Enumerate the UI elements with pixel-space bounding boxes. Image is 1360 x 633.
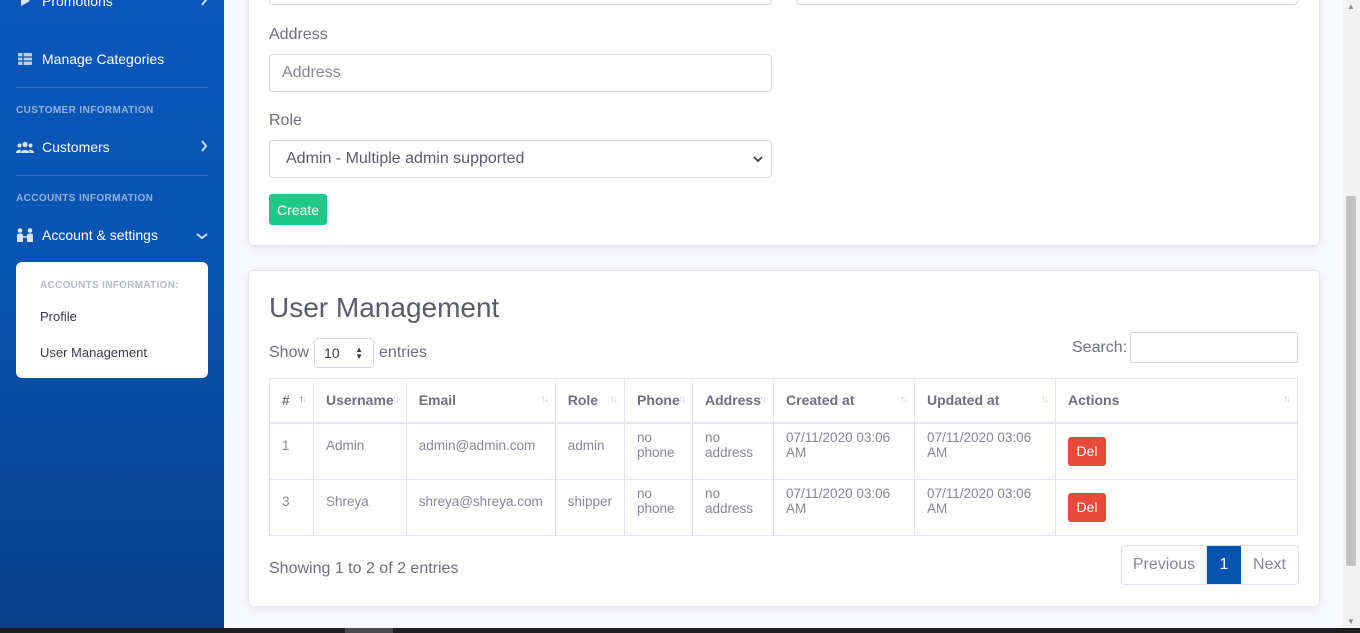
sidebar-divider — [16, 175, 208, 176]
scroll-down-icon[interactable]: ▼ — [1347, 617, 1355, 626]
table-row: 1 Admin admin@admin.com admin no phone n… — [269, 422, 1298, 480]
cell-created: 07/11/2020 03:06 AM — [773, 478, 916, 536]
column-header-id[interactable]: # ↑↓ — [269, 378, 314, 424]
previous-field-input-right[interactable] — [796, 0, 1298, 5]
address-placeholder: Address — [282, 64, 341, 81]
cell-id: 1 — [269, 422, 314, 480]
column-header-actions[interactable]: Actions ↑↓ — [1055, 378, 1298, 424]
search-label: Search: — [1072, 339, 1128, 356]
column-header-role[interactable]: Role ↑↓ — [554, 378, 625, 424]
sort-icon: ↑↓ — [540, 394, 549, 405]
sidebar: Promotions Manage Categories CUSTOMER IN… — [0, 0, 224, 633]
sidebar-item-label: Customers — [42, 139, 110, 155]
sidebar-item-label: Promotions — [42, 0, 113, 9]
submenu-heading: ACCOUNTS INFORMATION: — [40, 280, 179, 291]
table-icon — [16, 52, 34, 66]
sort-icon: ↑↓ — [1283, 394, 1291, 405]
sort-icon: ↑↓ — [759, 394, 767, 405]
page-1-button[interactable]: 1 — [1207, 546, 1241, 584]
cell-email: admin@admin.com — [405, 422, 556, 480]
role-label: Role — [269, 112, 302, 129]
column-header-address[interactable]: Address ↑↓ — [691, 378, 775, 424]
cell-updated: 07/11/2020 03:06 AM — [914, 478, 1057, 536]
address-input[interactable]: Address — [269, 54, 772, 92]
table-header-row: # ↑↓ Username ↑↓ Email ↑↓ Role ↑↓ Phone ↑↓ Ad… — [269, 378, 1298, 424]
chevron-right-icon — [200, 139, 208, 155]
cell-phone: no phone — [623, 422, 693, 480]
create-user-card — [248, 0, 1320, 246]
role-selected-value: Admin - Multiple admin supported — [286, 150, 525, 167]
cell-email: shreya@shreya.com — [405, 478, 556, 536]
column-header-updated[interactable]: Updated at ↑↓ — [914, 378, 1057, 424]
show-label: Show — [269, 344, 310, 361]
chevron-down-icon — [196, 227, 208, 243]
users-table: # ↑↓ Username ↑↓ Email ↑↓ Role ↑↓ Phone ↑↓ Ad… — [269, 378, 1298, 536]
taskbar-strip — [0, 628, 1360, 633]
next-button[interactable]: Next — [1241, 546, 1298, 584]
previous-button[interactable]: Previous — [1122, 546, 1207, 584]
cell-username: Admin — [313, 422, 407, 480]
entries-label: entries — [379, 344, 428, 361]
cell-address: no address — [691, 422, 775, 480]
address-label: Address — [269, 26, 328, 43]
sidebar-heading-customer: CUSTOMER INFORMATION — [16, 105, 154, 116]
people-arrows-icon — [16, 228, 34, 242]
cell-actions: Del — [1055, 422, 1298, 480]
page-title: User Management — [269, 292, 500, 323]
sidebar-divider — [16, 87, 208, 88]
cell-created: 07/11/2020 03:06 AM — [773, 422, 916, 480]
pagination: Previous 1 Next — [1121, 545, 1299, 585]
users-icon — [16, 140, 34, 154]
delete-button[interactable]: Del — [1068, 492, 1107, 522]
sidebar-item-promotions[interactable]: Promotions — [16, 0, 208, 9]
promotions-icon — [16, 0, 34, 8]
account-submenu: ACCOUNTS INFORMATION: Profile User Manag… — [16, 262, 208, 378]
column-header-username[interactable]: Username ↑↓ — [313, 378, 407, 424]
previous-field-input[interactable] — [269, 0, 772, 5]
chevron-down-icon — [753, 150, 763, 168]
column-header-phone[interactable]: Phone ↑↓ — [623, 378, 693, 424]
taskbar-tab[interactable] — [345, 628, 393, 633]
sidebar-heading-accounts: ACCOUNTS INFORMATION — [16, 193, 154, 204]
cell-actions: Del — [1055, 478, 1298, 536]
submenu-link-profile[interactable]: Profile — [40, 309, 77, 324]
page-length-select[interactable]: 10 ▲ ▼ — [314, 338, 375, 368]
page-length-value: 10 — [324, 345, 340, 361]
cell-address: no address — [691, 478, 775, 536]
sort-icon: ↑↓ — [609, 394, 618, 405]
sort-icon: ↑↓ — [677, 394, 686, 405]
sort-icon: ↑↓ — [1041, 394, 1049, 405]
submenu-link-user-management[interactable]: User Management — [40, 345, 147, 360]
cell-role: shipper — [554, 478, 625, 536]
column-header-email[interactable]: Email ↑↓ — [405, 378, 556, 424]
table-row: 3 Shreya shreya@shreya.com shipper no ph… — [269, 478, 1298, 536]
sidebar-item-account-settings[interactable]: Account & settings — [16, 227, 208, 243]
sort-icon: ↑↓ — [391, 394, 400, 405]
table-info: Showing 1 to 2 of 2 entries — [269, 560, 459, 577]
scroll-up-icon[interactable]: ▲ — [1347, 2, 1355, 11]
search-input[interactable] — [1130, 332, 1298, 363]
role-select[interactable]: Admin - Multiple admin supported — [269, 140, 772, 178]
sidebar-item-label: Account & settings — [42, 227, 158, 243]
sidebar-item-label: Manage Categories — [42, 51, 165, 67]
sort-icon: ↑↓ — [900, 394, 908, 405]
page-length-control: Show 10 ▲ ▼ entries — [269, 338, 427, 368]
scrollbar-thumb[interactable] — [1346, 196, 1356, 566]
sort-icon: ↑↓ — [299, 394, 307, 405]
chevron-right-icon — [200, 0, 208, 9]
cell-role: admin — [554, 422, 625, 480]
create-button[interactable]: Create — [269, 194, 327, 225]
cell-updated: 07/11/2020 03:06 AM — [914, 422, 1057, 480]
cell-id: 3 — [269, 478, 314, 536]
cell-phone: no phone — [623, 478, 693, 536]
column-header-created[interactable]: Created at ↑↓ — [773, 378, 916, 424]
cell-username: Shreya — [313, 478, 407, 536]
delete-button[interactable]: Del — [1068, 436, 1107, 466]
sidebar-item-customers[interactable]: Customers — [16, 139, 208, 155]
sort-updown-icon: ▲ ▼ — [355, 345, 364, 361]
sidebar-item-manage-categories[interactable]: Manage Categories — [16, 51, 208, 67]
